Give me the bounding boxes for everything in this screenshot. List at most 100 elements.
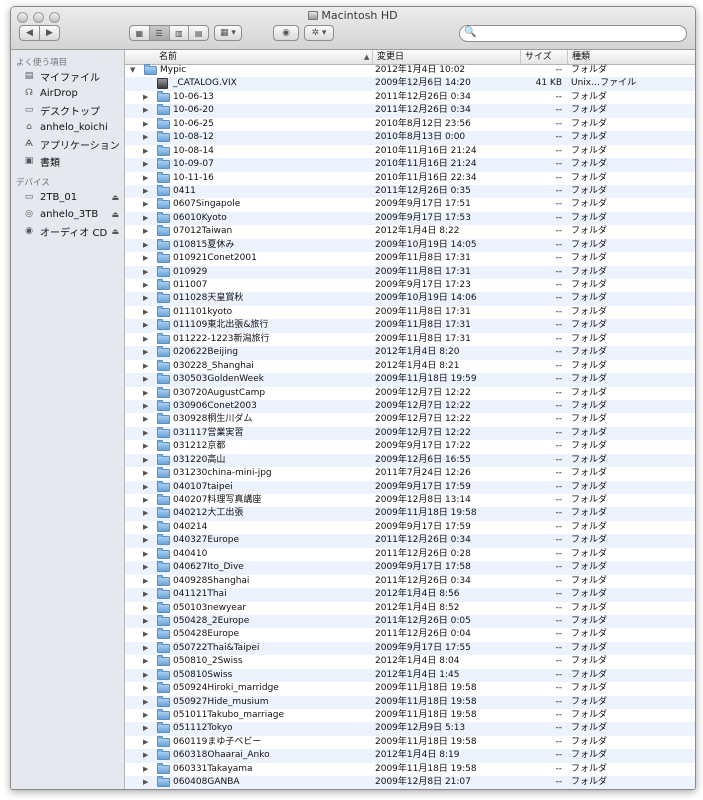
disclosure-triangle-icon[interactable]: ▶ bbox=[143, 387, 148, 400]
disclosure-triangle-icon[interactable]: ▶ bbox=[143, 104, 148, 117]
disclosure-triangle-icon[interactable]: ▶ bbox=[143, 239, 148, 252]
file-row[interactable]: ▶ 011109東北出張&旅行 2009年11月8日 17:31 -- フォルダ bbox=[125, 319, 695, 333]
disclosure-triangle-icon[interactable]: ▶ bbox=[143, 158, 148, 171]
eject-icon[interactable]: ⏏ bbox=[111, 210, 119, 219]
disclosure-triangle-icon[interactable]: ▶ bbox=[143, 225, 148, 238]
disclosure-triangle-icon[interactable]: ▶ bbox=[143, 145, 148, 158]
disclosure-triangle-icon[interactable]: ▶ bbox=[143, 481, 148, 494]
disclosure-triangle-icon[interactable]: ▶ bbox=[143, 172, 148, 185]
file-row[interactable]: ▶ 040627Ito_Dive 2009年9月17日 17:58 -- フォルダ bbox=[125, 561, 695, 575]
disclosure-triangle-icon[interactable]: ▶ bbox=[143, 131, 148, 144]
disclosure-triangle-icon[interactable]: ▶ bbox=[143, 642, 148, 655]
file-row[interactable]: ▶ 031230china-mini-jpg 2011年7月24日 12:26 -- フ… bbox=[125, 467, 695, 480]
file-row[interactable]: ▶ 050103newyear 2012年1月4日 8:52 -- フォルダ bbox=[125, 601, 695, 615]
disclosure-triangle-icon[interactable]: ▶ bbox=[143, 440, 148, 453]
disclosure-triangle-icon[interactable]: ▶ bbox=[143, 588, 148, 601]
file-row[interactable]: ▶ 051011Takubo_marriage 2009年11月18日 19:58 -… bbox=[125, 709, 695, 722]
disclosure-triangle-icon[interactable]: ▶ bbox=[143, 306, 148, 319]
icon-view-button[interactable]: ▦ bbox=[130, 26, 150, 40]
disclosure-triangle-icon[interactable]: ▶ bbox=[143, 655, 148, 668]
sidebar-item-home[interactable]: ⌂ anhelo_koichi bbox=[23, 119, 123, 135]
quicklook-button[interactable]: ◉ bbox=[273, 25, 299, 41]
disclosure-triangle-icon[interactable]: ▶ bbox=[143, 266, 148, 279]
file-row[interactable]: ▶ 041121Thai 2012年1月4日 8:56 -- フォルダ bbox=[125, 588, 695, 602]
sidebar-item-applications[interactable]: Ѧ アプリケーション bbox=[23, 136, 123, 152]
forward-button[interactable]: ▶ bbox=[39, 25, 60, 41]
file-row[interactable]: ▶ 031212京都 2009年9月17日 17:22 -- フォルダ bbox=[125, 440, 695, 453]
sidebar-item-2tb-01[interactable]: ▭ 2TB_01 ⏏ bbox=[23, 189, 123, 205]
disclosure-triangle-icon[interactable]: ▶ bbox=[143, 776, 148, 789]
disclosure-triangle-icon[interactable]: ▶ bbox=[143, 709, 148, 722]
disclosure-triangle-icon[interactable]: ▶ bbox=[143, 319, 148, 332]
disclosure-triangle-icon[interactable]: ▶ bbox=[143, 198, 148, 211]
file-row[interactable]: ▶ 060408GANBA 2009年12月8日 21:07 -- フォルダ bbox=[125, 776, 695, 789]
disclosure-triangle-icon[interactable]: ▶ bbox=[143, 454, 148, 467]
file-row[interactable]: ▶ 050428_2Europe 2011年12月26日 0:05 -- フォルダ bbox=[125, 614, 695, 629]
file-row[interactable]: ▶ 10-06-20 2011年12月26日 0:34 -- フォルダ bbox=[125, 104, 695, 118]
sidebar-item-audio-cd[interactable]: ◉ オーディオ CD ⏏ bbox=[23, 223, 123, 239]
file-row[interactable]: ▶ 0607Singapole 2009年9月17日 17:51 -- フォルダ bbox=[125, 198, 695, 211]
file-row[interactable]: ▶ 06010Kyoto 2009年9月17日 17:53 -- フォルダ bbox=[125, 211, 695, 226]
file-row[interactable]: ▶ 040327Europe 2011年12月26日 0:34 -- フォルダ bbox=[125, 534, 695, 548]
file-row[interactable]: _CATALOG.VIX 2009年12月6日 14:20 41 KB Unix…ファ… bbox=[125, 77, 695, 91]
column-view-button[interactable]: ▥ bbox=[170, 26, 190, 40]
file-row[interactable]: ▶ 011101kyoto 2009年11月8日 17:31 -- フォルダ bbox=[125, 305, 695, 319]
disclosure-triangle-icon[interactable]: ▶ bbox=[143, 682, 148, 695]
sidebar-item-documents[interactable]: ▣ 書類 bbox=[23, 153, 123, 169]
coverflow-view-button[interactable]: ▤ bbox=[189, 26, 208, 40]
disclosure-triangle-icon[interactable]: ▶ bbox=[143, 118, 148, 131]
file-row[interactable]: ▶ 030503GoldenWeek 2009年11月18日 19:59 -- フォルダ bbox=[125, 373, 695, 387]
sidebar-item-desktop[interactable]: ▭ デスクトップ bbox=[23, 102, 123, 118]
file-row[interactable]: ▶ 07012Taiwan 2012年1月4日 8:22 -- フォルダ bbox=[125, 225, 695, 238]
eject-icon[interactable]: ⏏ bbox=[111, 227, 119, 236]
file-row[interactable]: ▶ 010815夏休み 2009年10月19日 14:05 -- フォルダ bbox=[125, 238, 695, 253]
file-row[interactable]: ▶ 011222-1223新潟旅行 2009年11月8日 17:31 -- フォルダ bbox=[125, 332, 695, 346]
sidebar-item-my-files[interactable]: ▤ マイファイル bbox=[23, 68, 123, 84]
disclosure-triangle-icon[interactable]: ▶ bbox=[143, 534, 148, 547]
disclosure-triangle-icon[interactable]: ▶ bbox=[143, 615, 148, 628]
file-row[interactable]: ▶ 060331Takayama 2009年11月18日 19:58 -- フォルダ bbox=[125, 762, 695, 776]
disclosure-triangle-icon[interactable]: ▶ bbox=[143, 507, 148, 520]
file-row[interactable]: ▶ 020622Beijing 2012年1月4日 8:20 -- フォルダ bbox=[125, 346, 695, 360]
action-button[interactable]: ✲ ▾ bbox=[304, 25, 334, 41]
disclosure-triangle-icon[interactable]: ▶ bbox=[143, 561, 148, 574]
disclosure-triangle-icon[interactable]: ▶ bbox=[143, 548, 148, 561]
file-row[interactable]: ▶ 050722Thai&Taipei 2009年9月17日 17:55 -- フォルダ bbox=[125, 641, 695, 656]
file-row[interactable]: ▶ 0411 2011年12月26日 0:35 -- フォルダ bbox=[125, 184, 695, 199]
disclosure-triangle-icon[interactable]: ▶ bbox=[143, 279, 148, 292]
file-row[interactable]: ▶ 010929 2009年11月8日 17:31 -- フォルダ bbox=[125, 265, 695, 279]
disclosure-triangle-icon[interactable]: ▶ bbox=[143, 749, 148, 762]
search-field[interactable]: 🔍 bbox=[459, 25, 687, 42]
disclosure-triangle-icon[interactable]: ▶ bbox=[143, 333, 148, 346]
file-row[interactable]: ▶ 051112Tokyo 2009年12月9日 5:13 -- フォルダ bbox=[125, 722, 695, 736]
disclosure-triangle-icon[interactable]: ▶ bbox=[143, 763, 148, 776]
sidebar-item-airdrop[interactable]: ☊ AirDrop bbox=[23, 85, 123, 101]
file-row[interactable]: ▶ 10-08-12 2010年8月13日 0:00 -- フォルダ bbox=[125, 131, 695, 145]
file-row[interactable]: ▶ 040928Shanghai 2011年12月26日 0:34 -- フォルダ bbox=[125, 574, 695, 588]
column-header-kind[interactable]: 種類 bbox=[567, 50, 695, 64]
column-header-name[interactable]: 名前 bbox=[159, 50, 369, 64]
file-row[interactable]: ▶ 040212大工出張 2009年11月18日 19:58 -- フォルダ bbox=[125, 507, 695, 521]
disclosure-triangle-icon[interactable]: ▶ bbox=[143, 696, 148, 709]
file-row[interactable]: ▶ 050810Swiss 2012年1月4日 1:45 -- フォルダ bbox=[125, 668, 695, 683]
file-row[interactable]: ▶ 10-09-07 2010年11月16日 21:24 -- フォルダ bbox=[125, 158, 695, 172]
file-row[interactable]: ▶ 011028天皇賞秋 2009年10月19日 14:06 -- フォルダ bbox=[125, 292, 695, 306]
arrange-button[interactable]: ▦ ▾ bbox=[214, 25, 242, 41]
disclosure-triangle-icon[interactable]: ▶ bbox=[143, 91, 148, 104]
sidebar-item-anhelo-3tb[interactable]: ◎ anhelo_3TB ⏏ bbox=[23, 206, 123, 222]
disclosure-triangle-icon[interactable]: ▶ bbox=[143, 669, 148, 682]
list-view-button[interactable]: ☰ bbox=[149, 26, 170, 40]
file-row[interactable]: ▶ 040410 2011年12月26日 0:28 -- フォルダ bbox=[125, 547, 695, 561]
column-header-size[interactable]: サイズ bbox=[520, 50, 567, 64]
file-row[interactable]: ▶ 050924Hiroki_marridge 2009年11月18日 19:58 -… bbox=[125, 682, 695, 695]
file-row[interactable]: ▶ 030720AugustCamp 2009年12月7日 12:22 -- フォルダ bbox=[125, 386, 695, 400]
file-row[interactable]: ▶ 10-11-16 2010年11月16日 22:34 -- フォルダ bbox=[125, 171, 695, 185]
file-row[interactable]: ▶ 050810_2Swiss 2012年1月4日 8:04 -- フォルダ bbox=[125, 655, 695, 668]
file-row[interactable]: ▶ 050428Europe 2011年12月26日 0:04 -- フォルダ bbox=[125, 628, 695, 641]
disclosure-triangle-icon[interactable]: ▶ bbox=[143, 373, 148, 386]
disclosure-triangle-icon[interactable]: ▶ bbox=[143, 736, 148, 749]
file-row[interactable]: ▶ 040207料理写真講座 2009年12月8日 13:14 -- フォルダ bbox=[125, 494, 695, 507]
file-row[interactable]: ▶ 10-06-13 2011年12月26日 0:34 -- フォルダ bbox=[125, 90, 695, 104]
file-row[interactable]: ▶ 050927Hide_musium 2009年11月18日 19:58 -- フォル… bbox=[125, 695, 695, 709]
back-button[interactable]: ◀ bbox=[19, 25, 40, 41]
